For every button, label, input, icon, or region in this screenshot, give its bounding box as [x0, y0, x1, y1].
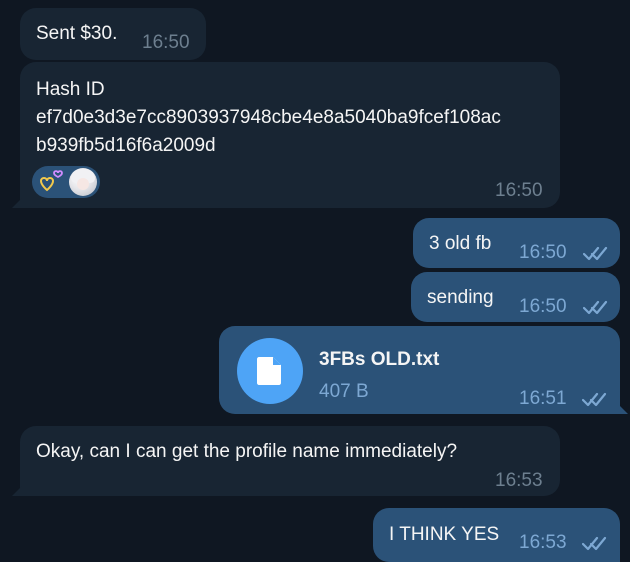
- message-time: 16:53: [519, 532, 567, 553]
- message-text-line: Hash ID: [36, 79, 105, 100]
- outgoing-message[interactable]: I THINK YES 16:53: [373, 508, 620, 562]
- read-checkmarks-icon: [582, 390, 608, 408]
- outgoing-message[interactable]: 3 old fb 16:50: [413, 218, 620, 268]
- incoming-message[interactable]: Hash ID ef7d0e3d3e7cc8903937948cbe4e8a50…: [12, 62, 560, 208]
- outgoing-file-message[interactable]: 3FBs OLD.txt 407 B 16:51: [219, 326, 628, 414]
- file-download-button[interactable]: [237, 338, 303, 404]
- incoming-message[interactable]: Okay, can I can get the profile name imm…: [12, 426, 560, 496]
- read-checkmarks-icon: [583, 244, 609, 262]
- incoming-message[interactable]: Sent $30. 16:50: [20, 8, 206, 60]
- message-time: 16:50: [495, 180, 543, 201]
- read-checkmarks-icon: [582, 534, 608, 552]
- heart-reaction-icon: [39, 170, 63, 192]
- message-text: Sent $30.: [36, 23, 118, 44]
- file-name[interactable]: 3FBs OLD.txt: [319, 346, 439, 374]
- message-text: I THINK YES: [389, 524, 500, 545]
- chat-area: Sent $30. 16:50 Hash ID ef7d0e3d3e7cc890…: [0, 0, 630, 562]
- reactor-avatar[interactable]: [69, 168, 97, 196]
- read-checkmarks-icon: [583, 298, 609, 316]
- message-time: 16:53: [495, 470, 543, 491]
- message-time: 16:50: [142, 32, 190, 53]
- message-text: sending: [427, 287, 494, 308]
- message-text: 3 old fb: [429, 233, 492, 254]
- document-icon: [257, 357, 281, 385]
- message-text-line: b939fb5d16f6a2009d: [36, 135, 216, 156]
- message-time: 16:50: [519, 296, 567, 317]
- outgoing-message[interactable]: sending 16:50: [411, 272, 620, 322]
- message-text: Okay, can I can get the profile name imm…: [36, 441, 458, 462]
- message-time: 16:50: [519, 242, 567, 263]
- file-size: 407 B: [319, 381, 369, 402]
- message-text-line: ef7d0e3d3e7cc8903937948cbe4e8a5040ba9fce…: [36, 107, 501, 128]
- reaction-button[interactable]: [32, 166, 100, 198]
- message-time: 16:51: [519, 388, 567, 409]
